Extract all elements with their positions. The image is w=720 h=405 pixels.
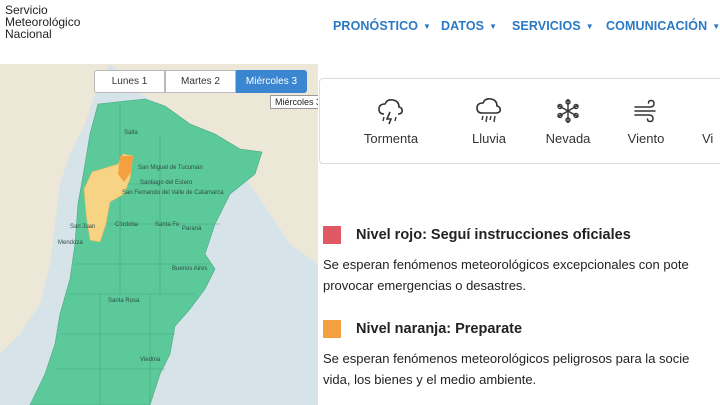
map-label-santiago: Santiago del Estero bbox=[140, 180, 193, 186]
argentina-map-svg: Salta San Miguel de Tucumán Santiago del… bbox=[0, 64, 318, 405]
nav-servicios[interactable]: SERVICIOS ▼ bbox=[512, 19, 594, 33]
red-level-swatch bbox=[323, 226, 341, 244]
tab-martes[interactable]: Martes 2 bbox=[165, 70, 236, 93]
nav-label: COMUNICACIÓN bbox=[606, 19, 708, 33]
nav-comunicacion[interactable]: COMUNICACIÓN ▼ bbox=[606, 19, 720, 33]
nav-datos[interactable]: DATOS ▼ bbox=[441, 19, 497, 33]
level-orange: Nivel naranja: Preparate bbox=[323, 320, 522, 338]
ref-item-lluvia: Lluvia bbox=[454, 79, 524, 165]
chevron-down-icon: ▼ bbox=[585, 21, 594, 31]
ref-item-partial: Vi bbox=[686, 79, 720, 165]
site-header: Servicio Meteorológico Nacional PRONÓSTI… bbox=[0, 0, 720, 56]
rain-icon bbox=[476, 98, 501, 123]
nav-label: PRONÓSTICO bbox=[333, 19, 419, 33]
chevron-down-icon: ▼ bbox=[712, 21, 720, 31]
tab-miercoles[interactable]: Miércoles 3 bbox=[236, 70, 307, 93]
ref-label: Vi bbox=[702, 131, 714, 146]
ref-label: Nevada bbox=[545, 131, 591, 146]
ref-label: Viento bbox=[627, 131, 665, 146]
desc-line: vida, los bienes y el medio ambiente. bbox=[323, 372, 537, 387]
map-label-mendoza: Mendoza bbox=[58, 240, 83, 246]
ref-item-viento: Viento bbox=[611, 79, 681, 165]
wind-icon bbox=[634, 99, 656, 123]
ref-item-nevada: Nevada bbox=[533, 79, 603, 165]
level-title: Nivel rojo: Seguí instrucciones oficiale… bbox=[356, 227, 631, 243]
map-label-viedma: Viedma bbox=[140, 357, 161, 363]
map-label-catamarca: San Fernando del Valle de Catamarca bbox=[122, 190, 224, 196]
map-label-santa-rosa: Santa Rosa bbox=[108, 298, 140, 304]
tab-lunes[interactable]: Lunes 1 bbox=[94, 70, 165, 93]
tab-tooltip: Miércoles 3 bbox=[270, 95, 318, 109]
level-red: Nivel rojo: Seguí instrucciones oficiale… bbox=[323, 226, 631, 244]
chevron-down-icon: ▼ bbox=[489, 21, 498, 31]
map-label-parana: Paraná bbox=[182, 226, 202, 232]
ref-label: Lluvia bbox=[472, 131, 506, 146]
site-logo[interactable]: Servicio Meteorológico Nacional bbox=[5, 4, 80, 40]
desc-line: Se esperan fenómenos meteorológicos peli… bbox=[323, 351, 690, 366]
ref-item-tormenta: Tormenta bbox=[356, 79, 426, 165]
nav-label: DATOS bbox=[441, 19, 485, 33]
orange-level-swatch bbox=[323, 320, 341, 338]
map-label-salta: Salta bbox=[124, 130, 138, 136]
nav-label: SERVICIOS bbox=[512, 19, 581, 33]
storm-icon bbox=[378, 99, 403, 125]
references-card: Tormenta Lluvia Nevada Viento Vi bbox=[319, 78, 720, 164]
alert-map[interactable]: Salta San Miguel de Tucumán Santiago del… bbox=[0, 64, 318, 405]
map-label-santa-fe: Santa Fe bbox=[155, 222, 180, 228]
level-orange-description: Se esperan fenómenos meteorológicos peli… bbox=[323, 348, 689, 390]
nav-pronostico[interactable]: PRONÓSTICO ▼ bbox=[333, 19, 431, 33]
day-tabs: Lunes 1 Martes 2 Miércoles 3 bbox=[94, 70, 307, 93]
ref-label: Tormenta bbox=[363, 131, 419, 146]
desc-line: Se esperan fenómenos meteorológicos exce… bbox=[323, 257, 689, 272]
level-red-description: Se esperan fenómenos meteorológicos exce… bbox=[323, 254, 689, 296]
chevron-down-icon: ▼ bbox=[423, 21, 432, 31]
map-label-san-juan: San Juan bbox=[70, 224, 95, 230]
level-title: Nivel naranja: Preparate bbox=[356, 321, 523, 337]
snow-icon bbox=[557, 99, 579, 123]
map-label-buenos-aires: Buenos Aires bbox=[172, 266, 207, 272]
map-label-cordoba: Córdoba bbox=[115, 222, 139, 228]
logo-line: Nacional bbox=[5, 27, 52, 41]
desc-line: provocar emergencias o desastres. bbox=[323, 278, 527, 293]
map-label-tucuman: San Miguel de Tucumán bbox=[138, 165, 203, 171]
